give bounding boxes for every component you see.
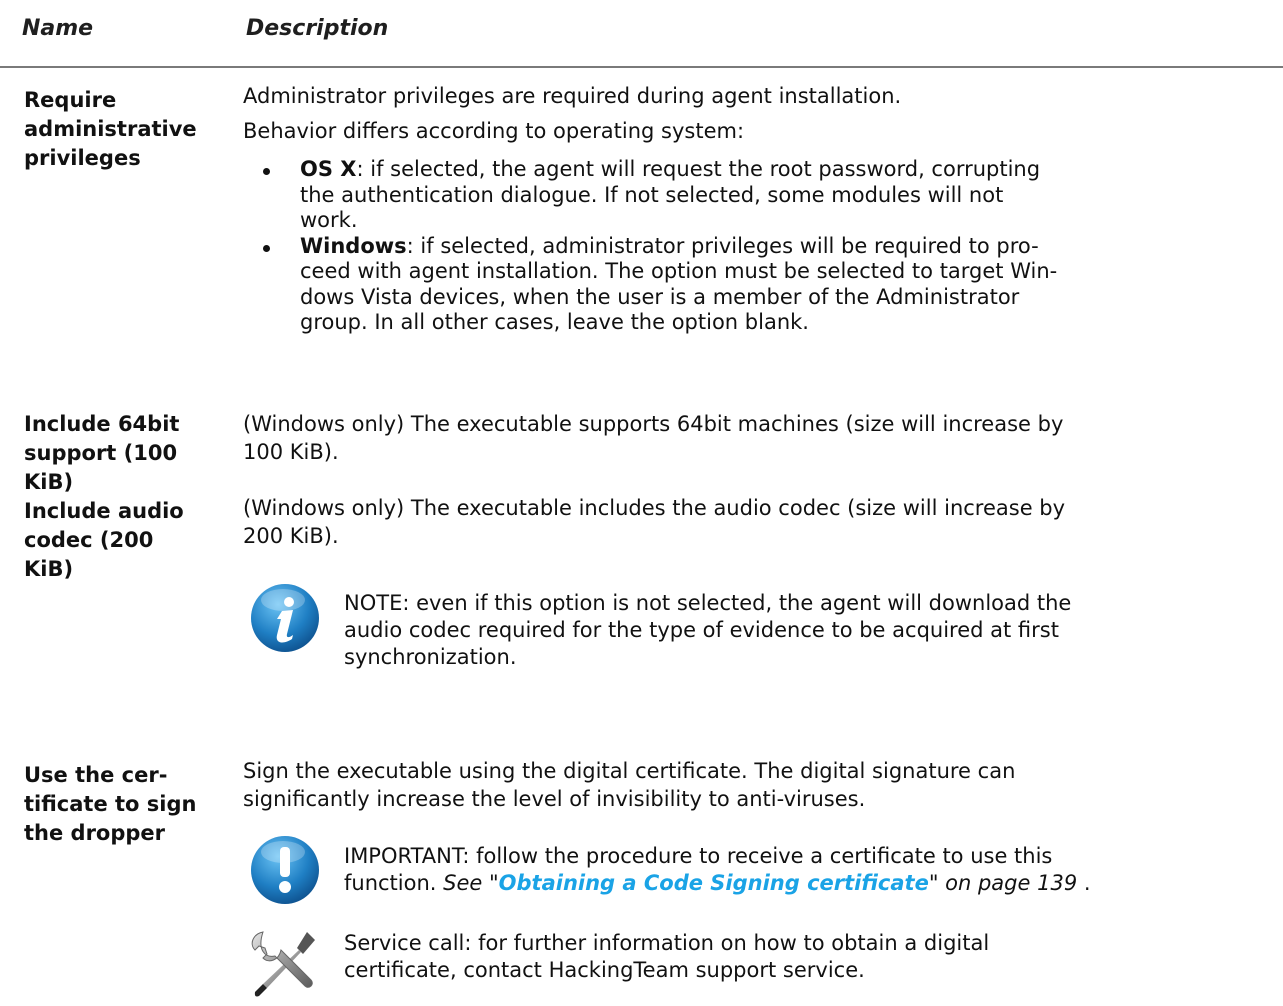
row-name-sign-dropper: Use the cer- tificate to sign the droppe…: [24, 763, 197, 845]
tools-icon: [251, 931, 315, 997]
row-name-64bit-support: Include 64bit support (100 KiB): [24, 412, 180, 494]
column-header-name: Name: [22, 16, 94, 41]
bullet-item-osx: OS X: if selected, the agent will reques…: [263, 157, 1275, 234]
info-icon: [251, 584, 319, 652]
description-paragraph: Behavior differs according to operating …: [243, 119, 745, 143]
service-call-text: Service call: for further information on…: [344, 931, 990, 982]
exclamation-icon: [251, 836, 319, 904]
os-bullet-list: OS X: if selected, the agent will reques…: [263, 157, 1275, 336]
important-text: IMPORTANT: follow the procedure to recei…: [344, 844, 1091, 895]
cross-reference-link[interactable]: Obtaining a Code Signing certificate: [499, 871, 929, 895]
description-paragraph: (Windows only) The executable supports 6…: [243, 412, 1064, 464]
description-paragraph: Administrator privileges are required du…: [243, 84, 902, 108]
document-page: Name Description Require administrative …: [0, 0, 1283, 1004]
bullet-dot: [263, 244, 270, 252]
description-paragraph: (Windows only) The executable includes t…: [243, 496, 1066, 548]
bullet-item-windows: Windows: if selected, administrator priv…: [263, 234, 1275, 336]
row-name-admin-privileges: Require administrative privileges: [24, 88, 197, 170]
row-name-audio-codec: Include audio codec (200 KiB): [24, 499, 184, 581]
header-divider: [0, 66, 1283, 68]
column-header-description: Description: [246, 16, 389, 41]
bullet-dot: [263, 168, 270, 175]
note-text: NOTE: even if this option is not selecte…: [344, 591, 1072, 669]
description-paragraph: Sign the executable using the digital ce…: [243, 759, 1016, 811]
